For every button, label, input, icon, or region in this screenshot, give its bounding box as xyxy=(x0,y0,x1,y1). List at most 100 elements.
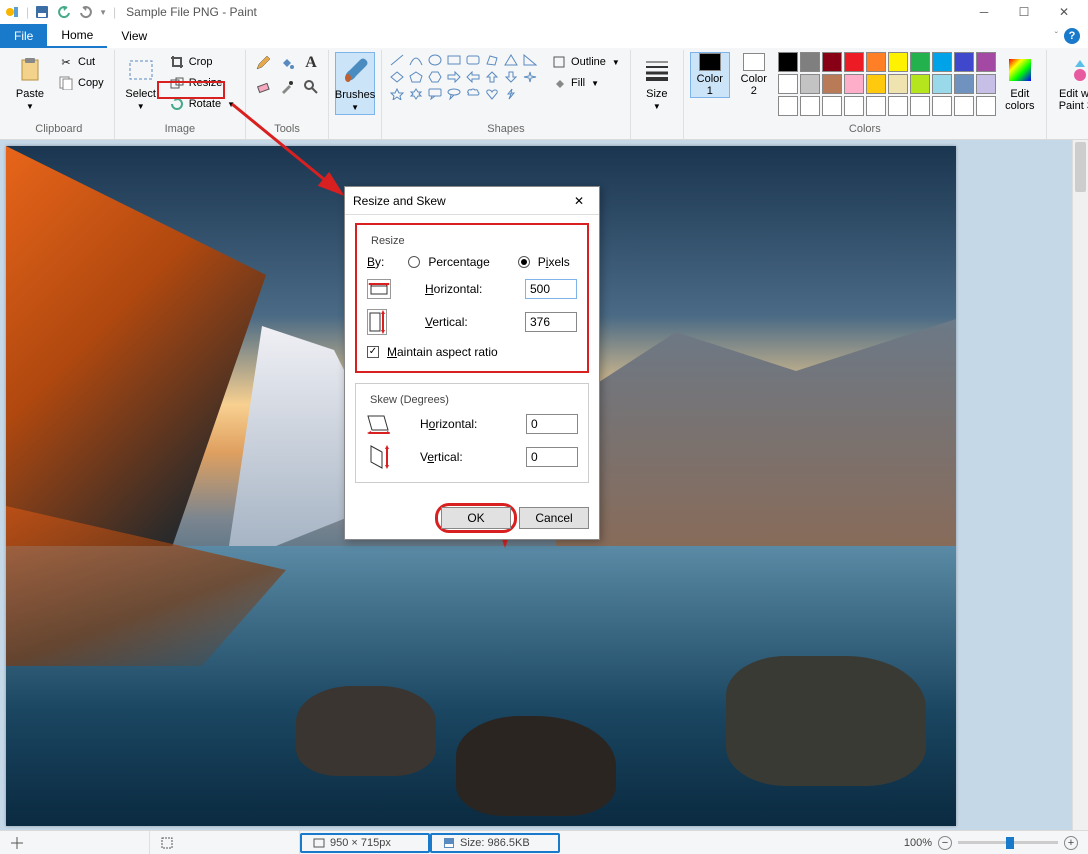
tab-file[interactable]: File xyxy=(0,24,47,48)
palette-color[interactable] xyxy=(822,52,842,72)
shape-callout-rect[interactable] xyxy=(426,86,444,102)
palette-custom-color[interactable] xyxy=(888,96,908,116)
palette-custom-color[interactable] xyxy=(932,96,952,116)
eraser-tool[interactable] xyxy=(252,76,274,98)
palette-color[interactable] xyxy=(800,52,820,72)
select-button[interactable]: Select ▼ xyxy=(121,52,161,113)
palette-color[interactable] xyxy=(778,52,798,72)
text-tool[interactable]: A xyxy=(300,52,322,74)
ok-button[interactable]: OK xyxy=(441,507,511,529)
tab-home[interactable]: Home xyxy=(47,24,107,48)
color2-button[interactable]: Color 2 xyxy=(734,52,774,98)
redo-icon[interactable] xyxy=(77,3,95,21)
palette-color[interactable] xyxy=(844,74,864,94)
fill-tool[interactable] xyxy=(276,52,298,74)
qat-dropdown-icon[interactable]: ▼ xyxy=(99,8,107,17)
maintain-ratio-checkbox[interactable] xyxy=(367,346,379,358)
shape-rect[interactable] xyxy=(445,52,463,68)
pencil-tool[interactable] xyxy=(252,52,274,74)
cut-button[interactable]: ✂Cut xyxy=(54,52,108,72)
shape-oval[interactable] xyxy=(426,52,444,68)
resize-horizontal-input[interactable] xyxy=(525,279,577,299)
palette-custom-color[interactable] xyxy=(822,96,842,116)
zoom-out-button[interactable]: − xyxy=(938,836,952,850)
zoom-slider[interactable] xyxy=(958,841,1058,844)
shape-line[interactable] xyxy=(388,52,406,68)
palette-color[interactable] xyxy=(888,52,908,72)
tab-view[interactable]: View xyxy=(107,24,161,48)
shape-arrow-left[interactable] xyxy=(464,69,482,85)
palette-color[interactable] xyxy=(800,74,820,94)
shape-roundrect[interactable] xyxy=(464,52,482,68)
shape-callout-cloud[interactable] xyxy=(464,86,482,102)
skew-horizontal-input[interactable] xyxy=(526,414,578,434)
maximize-button[interactable]: ☐ xyxy=(1004,0,1044,24)
color1-button[interactable]: Color 1 xyxy=(690,52,730,98)
shape-star4[interactable] xyxy=(521,69,539,85)
shape-arrow-down[interactable] xyxy=(502,69,520,85)
shape-pentagon[interactable] xyxy=(407,69,425,85)
size-button[interactable]: Size ▼ xyxy=(637,52,677,113)
palette-color[interactable] xyxy=(844,52,864,72)
edit-colors-button[interactable]: Edit colors xyxy=(1000,52,1040,114)
palette-color[interactable] xyxy=(866,74,886,94)
palette-color[interactable] xyxy=(932,74,952,94)
minimize-button[interactable]: ─ xyxy=(964,0,1004,24)
shape-polygon[interactable] xyxy=(483,52,501,68)
palette-custom-color[interactable] xyxy=(954,96,974,116)
ribbon-collapse-icon[interactable]: ˇ xyxy=(1055,31,1058,42)
zoom-in-button[interactable]: + xyxy=(1064,836,1078,850)
help-icon[interactable]: ? xyxy=(1064,28,1080,44)
resize-button[interactable]: Resize xyxy=(165,73,239,93)
shape-outline-button[interactable]: Outline▼ xyxy=(547,52,624,72)
palette-color[interactable] xyxy=(778,74,798,94)
palette-custom-color[interactable] xyxy=(800,96,820,116)
shape-callout-oval[interactable] xyxy=(445,86,463,102)
copy-button[interactable]: Copy xyxy=(54,73,108,93)
palette-custom-color[interactable] xyxy=(866,96,886,116)
resize-vertical-input[interactable] xyxy=(525,312,577,332)
palette-color[interactable] xyxy=(954,74,974,94)
shape-diamond[interactable] xyxy=(388,69,406,85)
palette-color[interactable] xyxy=(932,52,952,72)
shape-star5[interactable] xyxy=(388,86,406,102)
palette-color[interactable] xyxy=(866,52,886,72)
shape-rtriangle[interactable] xyxy=(521,52,539,68)
skew-vertical-input[interactable] xyxy=(526,447,578,467)
rotate-button[interactable]: Rotate▼ xyxy=(165,94,239,114)
shape-triangle[interactable] xyxy=(502,52,520,68)
shape-curve[interactable] xyxy=(407,52,425,68)
undo-icon[interactable] xyxy=(55,3,73,21)
palette-color[interactable] xyxy=(976,52,996,72)
shape-fill-button[interactable]: Fill▼ xyxy=(547,73,624,93)
palette-color[interactable] xyxy=(910,74,930,94)
palette-color[interactable] xyxy=(976,74,996,94)
picker-tool[interactable] xyxy=(276,76,298,98)
shape-arrow-right[interactable] xyxy=(445,69,463,85)
palette-custom-color[interactable] xyxy=(976,96,996,116)
vertical-scrollbar[interactable] xyxy=(1072,140,1088,830)
palette-color[interactable] xyxy=(888,74,908,94)
paint3d-button[interactable]: Edit with Paint 3D xyxy=(1053,52,1088,114)
save-icon[interactable] xyxy=(33,3,51,21)
percentage-radio[interactable] xyxy=(408,256,420,268)
cancel-button[interactable]: Cancel xyxy=(519,507,589,529)
palette-color[interactable] xyxy=(822,74,842,94)
pixels-radio[interactable] xyxy=(518,256,530,268)
palette-custom-color[interactable] xyxy=(778,96,798,116)
palette-custom-color[interactable] xyxy=(910,96,930,116)
brushes-button[interactable]: Brushes ▼ xyxy=(335,52,375,115)
dialog-close-button[interactable]: ✕ xyxy=(567,189,591,213)
magnifier-tool[interactable] xyxy=(300,76,322,98)
palette-color[interactable] xyxy=(954,52,974,72)
crop-button[interactable]: Crop xyxy=(165,52,239,72)
shapes-gallery[interactable] xyxy=(388,52,539,102)
palette-custom-color[interactable] xyxy=(844,96,864,116)
palette-color[interactable] xyxy=(910,52,930,72)
shape-hexagon[interactable] xyxy=(426,69,444,85)
shape-star6[interactable] xyxy=(407,86,425,102)
shape-heart[interactable] xyxy=(483,86,501,102)
shape-lightning[interactable] xyxy=(502,86,520,102)
close-button[interactable]: ✕ xyxy=(1044,0,1084,24)
paste-button[interactable]: Paste ▼ xyxy=(10,52,50,113)
